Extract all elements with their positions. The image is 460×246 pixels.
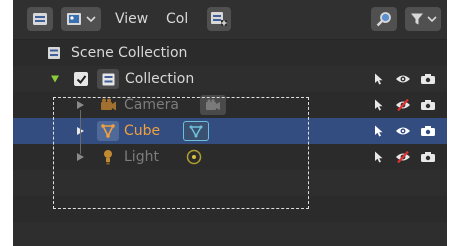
camera-render-icon: [421, 100, 435, 110]
collection-label: Collection: [125, 71, 195, 87]
render-toggle[interactable]: [419, 118, 437, 144]
visibility-toggle[interactable]: [394, 66, 412, 92]
select-toggle[interactable]: [370, 92, 388, 118]
hierarchy-line: [80, 110, 81, 154]
collection-checkbox[interactable]: [74, 72, 88, 86]
visibility-toggle[interactable]: [394, 144, 412, 170]
outliner-tree: Scene Collection Collection Camera Cube …: [13, 40, 447, 246]
filter-icon: [410, 13, 423, 25]
select-toggle[interactable]: [370, 144, 388, 170]
eye-hidden-icon: [396, 151, 410, 163]
select-toggle[interactable]: [370, 66, 388, 92]
eye-icon: [396, 127, 410, 135]
scene-collection-icon: [48, 47, 60, 59]
filter-dropdown[interactable]: [405, 7, 441, 31]
object-row-cube[interactable]: Cube: [13, 118, 447, 144]
light-label: Light: [124, 149, 159, 165]
new-collection-icon: [211, 12, 227, 26]
object-row-light[interactable]: Light: [13, 144, 447, 170]
checkmark-icon: [76, 74, 86, 84]
camera-render-icon: [421, 152, 435, 162]
render-toggle[interactable]: [419, 144, 437, 170]
search-button[interactable]: [371, 7, 397, 31]
eye-icon: [396, 75, 410, 83]
light-object-icon: [104, 150, 112, 165]
editor-type-button[interactable]: [27, 7, 53, 31]
outliner-editor: View Col Scene Collection Collection Cam…: [13, 0, 447, 246]
empty-row: [13, 170, 447, 196]
camera-object-icon: [101, 98, 116, 111]
light-data-icon[interactable]: [186, 149, 202, 165]
render-toggle[interactable]: [419, 66, 437, 92]
mesh-data-icon-box[interactable]: [183, 121, 209, 141]
view-layer-icon: [67, 13, 81, 25]
mesh-object-icon: [101, 124, 115, 138]
cursor-arrow-icon: [375, 99, 383, 111]
expand-arrow-icon[interactable]: [76, 100, 85, 110]
expand-arrow-icon[interactable]: [50, 74, 60, 84]
chevron-down-icon: [426, 16, 437, 23]
camera-render-icon: [421, 126, 435, 136]
collection-icon: [102, 73, 114, 85]
empty-row: [13, 222, 447, 246]
mesh-object-icon-box: [97, 121, 119, 141]
visibility-toggle[interactable]: [394, 92, 412, 118]
outliner-editor-icon: [33, 13, 47, 25]
display-mode-dropdown[interactable]: [61, 7, 101, 31]
search-icon: [376, 12, 391, 27]
mesh-data-icon: [189, 125, 203, 138]
camera-data-icon: [206, 99, 220, 110]
camera-data-icon-box[interactable]: [200, 95, 226, 115]
render-toggle[interactable]: [419, 92, 437, 118]
new-collection-button[interactable]: [207, 7, 231, 31]
select-toggle[interactable]: [370, 118, 388, 144]
camera-label: Camera: [124, 97, 179, 113]
camera-render-icon: [421, 74, 435, 84]
chevron-down-icon: [86, 16, 96, 23]
cursor-arrow-icon: [375, 73, 383, 85]
view-menu[interactable]: View: [115, 11, 148, 27]
collection-row[interactable]: Collection: [13, 66, 447, 92]
collection-menu[interactable]: Col: [166, 11, 188, 27]
collection-icon-box: [97, 69, 119, 89]
scene-collection-row[interactable]: Scene Collection: [13, 40, 447, 66]
cube-label: Cube: [124, 123, 161, 139]
outliner-header: View Col: [13, 0, 447, 40]
object-row-camera[interactable]: Camera: [13, 92, 447, 118]
empty-row: [13, 196, 447, 222]
cursor-arrow-icon: [375, 151, 383, 163]
cursor-arrow-icon: [375, 125, 383, 137]
scene-collection-label: Scene Collection: [71, 45, 188, 61]
visibility-toggle[interactable]: [394, 118, 412, 144]
eye-hidden-icon: [396, 99, 410, 111]
